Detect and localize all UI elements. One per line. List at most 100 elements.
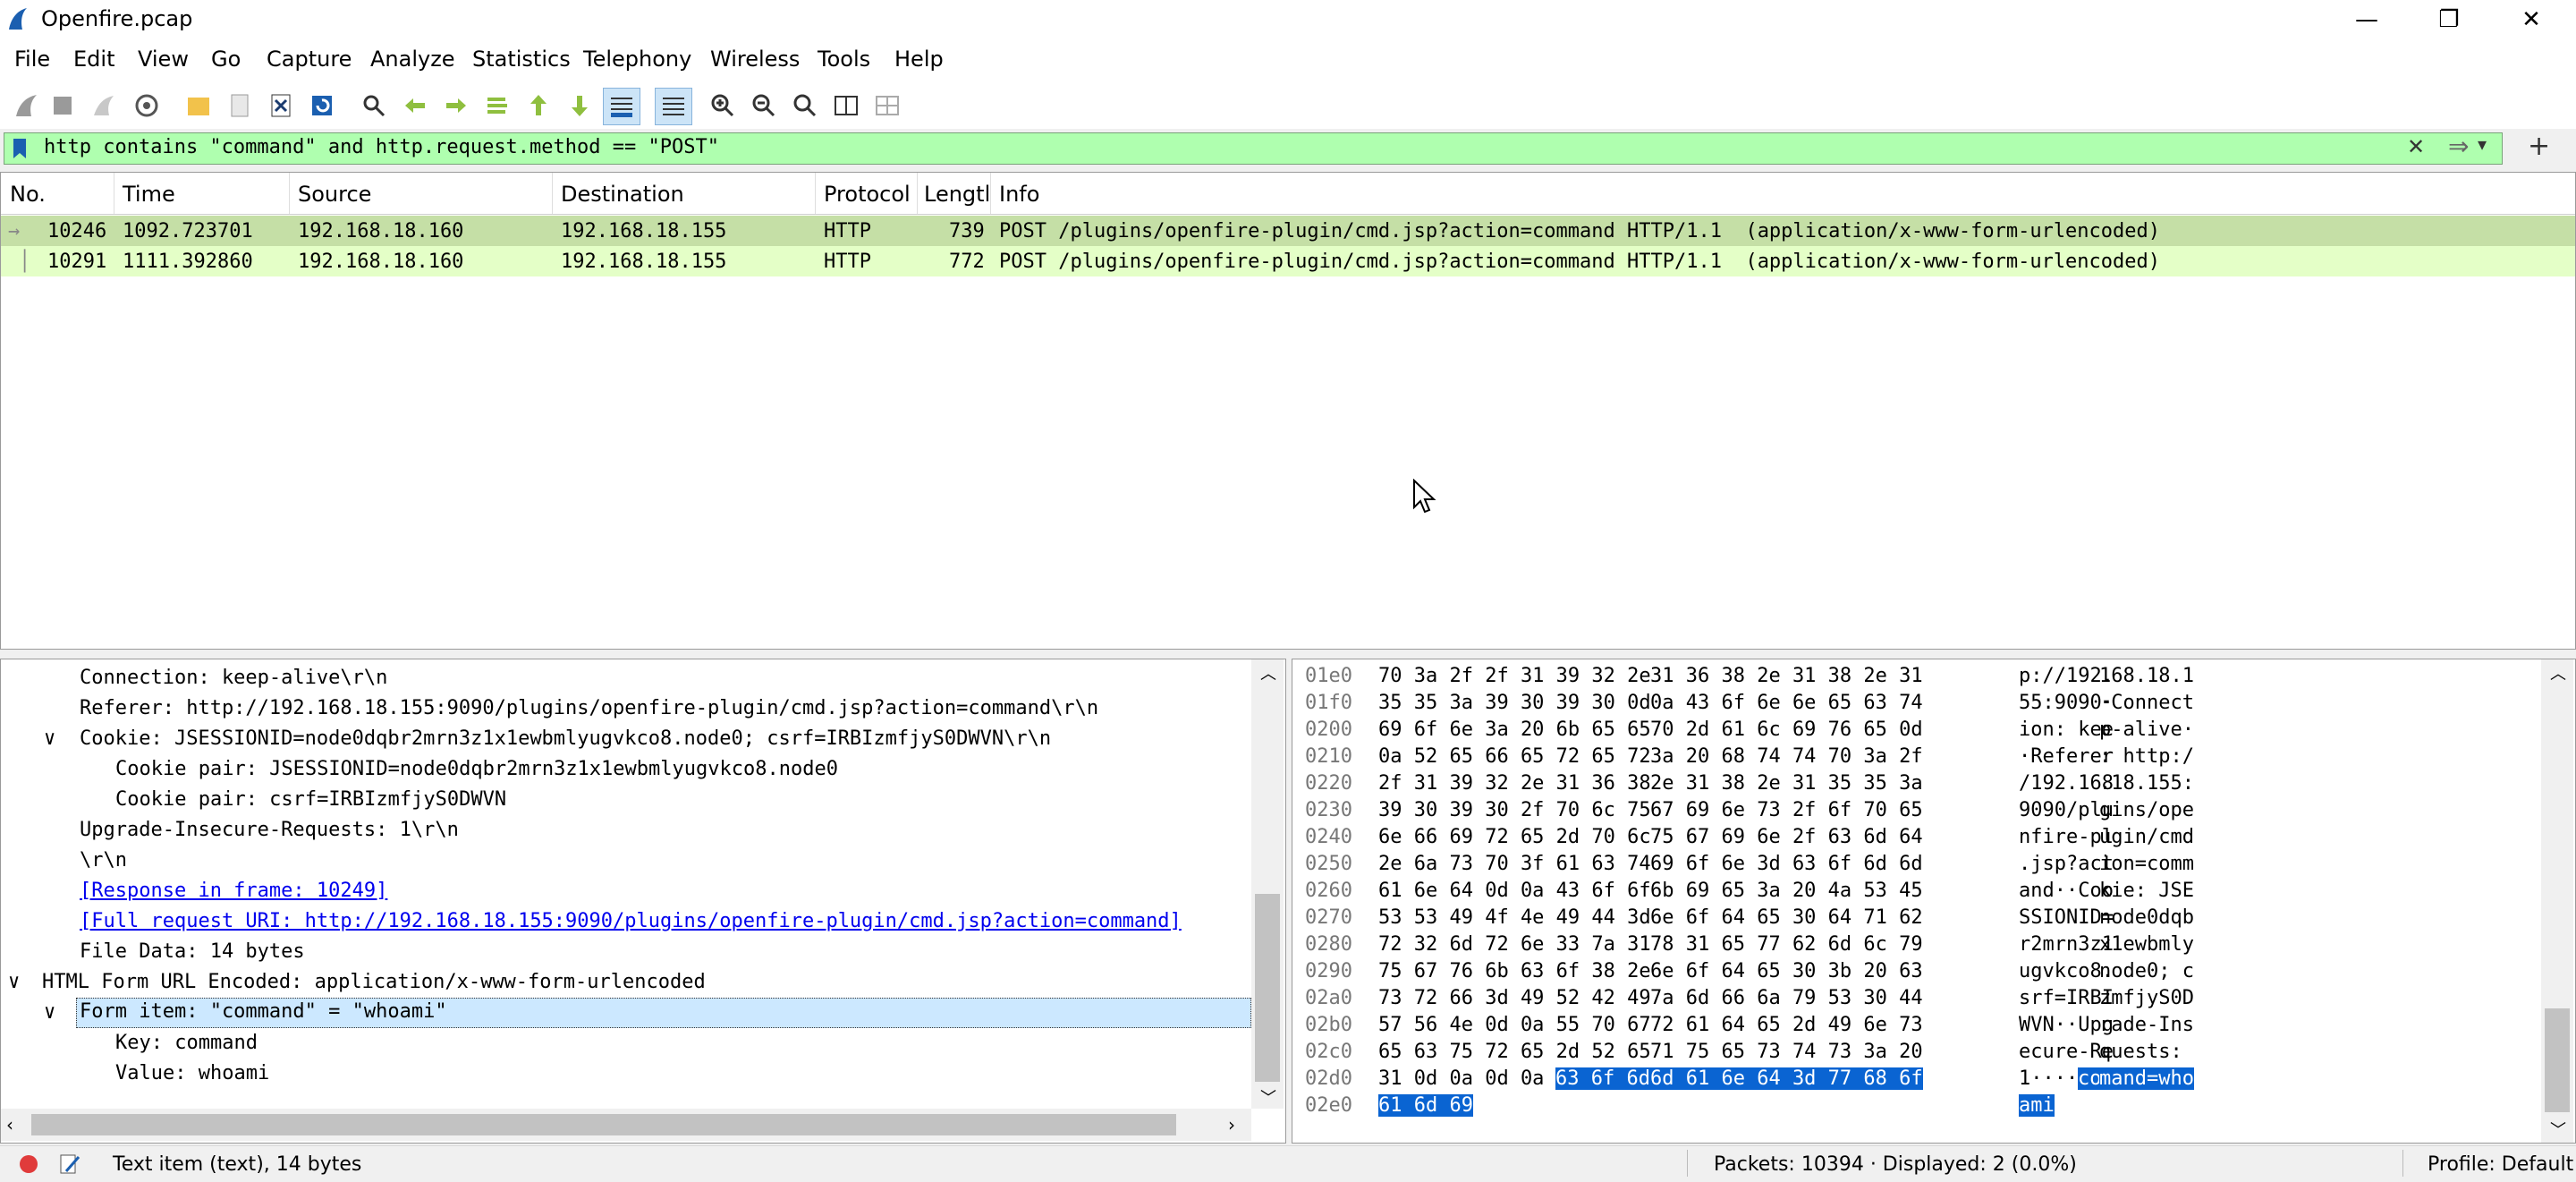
scroll-down-icon[interactable]: ﹀ [1260,1085,1276,1109]
filter-history-dropdown-icon[interactable]: ▾ [2478,133,2487,155]
hex-bytes[interactable]: 53 53 49 4f 4e 49 44 3d [1378,906,1651,929]
ascii-bytes[interactable]: .18.155: [2099,772,2194,795]
colorize-button[interactable] [655,88,692,125]
menu-analyze[interactable]: Analyze [370,47,455,72]
tree-item[interactable]: Key: command [115,1028,258,1059]
ascii-bytes[interactable]: node0dqb [2099,906,2194,929]
hex-bytes[interactable]: 7a 6d 66 6a 79 53 30 44 [1650,987,1923,1009]
hex-bytes[interactable]: 75 67 69 6e 2f 63 6d 64 [1650,826,1923,848]
hex-bytes[interactable]: 2e 31 38 2e 31 35 35 3a [1650,772,1923,795]
zoom-in-button[interactable] [705,88,741,123]
hex-bytes[interactable]: 6e 66 69 72 65 2d 70 6c [1378,826,1651,848]
hex-offset[interactable]: 0260 [1305,880,1352,902]
menu-file[interactable]: File [14,47,50,72]
close-file-button[interactable] [263,88,299,123]
hex-bytes[interactable]: 31 36 38 2e 31 38 2e 31 [1650,665,1923,687]
menu-go[interactable]: Go [211,47,241,72]
hex-bytes[interactable]: 3a 20 68 74 74 70 3a 2f [1650,745,1923,768]
packet-row[interactable]: │ 10291 1111.392860 192.168.18.160 192.1… [1,246,2575,276]
menu-tools[interactable]: Tools [818,47,870,72]
hex-bytes[interactable]: 67 69 6e 73 2f 6f 70 65 [1650,799,1923,821]
hex-bytes[interactable]: 35 35 3a 39 30 39 30 0d [1378,692,1651,714]
hex-bytes-selected[interactable]: 61 6d 69 [1378,1094,1473,1117]
hex-bytes[interactable]: 69 6f 6e 3d 63 6f 6d 6d [1650,853,1923,875]
scroll-thumb[interactable] [31,1114,1176,1135]
ascii-bytes-selected[interactable]: mand=who [2099,1067,2194,1090]
ascii-bytes[interactable]: x1ewbmly [2099,933,2194,956]
menu-telephony[interactable]: Telephony [583,47,691,72]
hex-offset[interactable]: 02d0 [1305,1067,1352,1090]
menu-help[interactable]: Help [894,47,944,72]
hex-bytes[interactable]: 72 32 6d 72 6e 33 7a 31 [1378,933,1651,956]
hex-bytes[interactable]: 39 30 39 30 2f 70 6c 75 [1378,799,1651,821]
hex-bytes[interactable]: 65 63 75 72 65 2d 52 65 [1378,1041,1651,1063]
column-time[interactable]: Time [123,182,175,207]
menu-edit[interactable]: Edit [73,47,114,72]
restore-button[interactable]: ❐ [2408,0,2490,39]
go-to-packet-button[interactable] [479,88,515,123]
ascii-bytes[interactable]: p-alive· [2099,719,2194,741]
hex-offset[interactable]: 0220 [1305,772,1352,795]
tree-item[interactable]: HTML Form URL Encoded: application/x-www… [42,967,706,998]
ascii-bytes[interactable]: zmfjyS0D [2099,987,2194,1009]
hex-bytes[interactable]: 72 61 64 65 2d 49 6e 73 [1650,1014,1923,1036]
display-filter-input[interactable]: http contains "command" and http.request… [4,132,2503,165]
hex-offset[interactable]: 0290 [1305,960,1352,982]
open-file-button[interactable] [181,88,216,123]
column-no[interactable]: No. [10,182,46,207]
hex-bytes-selected[interactable]: 6d 61 6e 64 3d 77 68 6f [1650,1067,1923,1090]
hex-bytes[interactable]: 6b 69 65 3a 20 4a 53 45 [1650,880,1923,902]
autoscroll-button[interactable] [603,88,640,125]
hex-offset[interactable]: 01f0 [1305,692,1352,714]
scroll-thumb[interactable] [1255,894,1280,1082]
reload-file-button[interactable] [304,88,340,123]
hex-offset[interactable]: 01e0 [1305,665,1352,687]
scroll-right-icon[interactable]: › [1228,1114,1235,1135]
hex-bytes[interactable]: 71 75 65 73 74 73 3a 20 [1650,1041,1923,1063]
expand-arrow-icon[interactable]: ∨ [44,727,55,750]
ascii-bytes[interactable]: quests: [2099,1041,2194,1063]
scroll-up-icon[interactable]: ︿ [2550,661,2566,685]
ascii-bytes[interactable]: ·Connect [2099,692,2194,714]
scroll-left-icon[interactable]: ‹ [6,1114,13,1135]
hex-bytes[interactable]: 70 3a 2f 2f 31 39 32 2e [1378,665,1651,687]
hex-offset[interactable]: 0280 [1305,933,1352,956]
tree-item[interactable]: Value: whoami [115,1059,269,1089]
minimize-button[interactable]: — [2326,0,2408,39]
edit-comment-icon[interactable] [57,1152,82,1177]
packet-row[interactable]: → 10246 1092.723701 192.168.18.160 192.1… [1,216,2575,246]
column-destination[interactable]: Destination [561,182,684,207]
hex-bytes[interactable]: 78 31 65 77 62 6d 6c 79 [1650,933,1923,956]
tree-item-selected[interactable]: Form item: "command" = "whoami" [80,997,447,1027]
bookmark-icon[interactable] [10,137,30,160]
hex-offset[interactable]: 02a0 [1305,987,1352,1009]
go-forward-button[interactable] [438,88,474,123]
menu-wireless[interactable]: Wireless [710,47,800,72]
profile-selector[interactable]: Profile: Default [2428,1153,2573,1176]
menu-view[interactable]: View [138,47,189,72]
hex-bytes[interactable]: 57 56 4e 0d 0a 55 70 67 [1378,1014,1651,1036]
capture-options-button[interactable] [129,88,165,123]
ascii-bytes[interactable]: ugin/cmd [2099,826,2194,848]
ascii-bytes[interactable]: kie: JSE [2099,880,2194,902]
stop-capture-button[interactable] [45,88,80,123]
ascii-bytes[interactable]: 168.18.1 [2099,665,2194,687]
menu-statistics[interactable]: Statistics [472,47,571,72]
response-frame-link[interactable]: [Response in frame: 10249] [80,876,387,906]
hex-bytes[interactable]: 73 72 66 3d 49 52 42 49 [1378,987,1651,1009]
ascii-bytes[interactable]: 1···· [2019,1067,2078,1090]
column-length[interactable]: Lengtl [924,182,990,207]
hex-bytes[interactable]: 61 6e 64 0d 0a 43 6f 6f [1378,880,1651,902]
scroll-down-icon[interactable]: ﹀ [2550,1118,2566,1141]
hex-bytes[interactable]: 2f 31 39 32 2e 31 36 38 [1378,772,1651,795]
full-request-uri-link[interactable]: [Full request URI: http://192.168.18.155… [80,906,1182,937]
last-packet-button[interactable] [562,88,597,123]
hex-bytes[interactable]: 70 2d 61 6c 69 76 65 0d [1650,719,1923,741]
bytes-vertical-scrollbar[interactable]: ︿ ﹀ [2541,659,2573,1143]
hex-offset[interactable]: 0210 [1305,745,1352,768]
go-back-button[interactable] [397,88,433,123]
hex-bytes[interactable]: 75 67 76 6b 63 6f 38 2e [1378,960,1651,982]
tree-item[interactable]: Cookie pair: csrf=IRBIzmfjyS0DWVN [115,785,506,815]
tree-item[interactable]: Cookie pair: JSESSIONID=node0dqbr2mrn3z1… [115,754,838,785]
hex-bytes[interactable]: 6e 6f 64 65 30 3b 20 63 [1650,960,1923,982]
